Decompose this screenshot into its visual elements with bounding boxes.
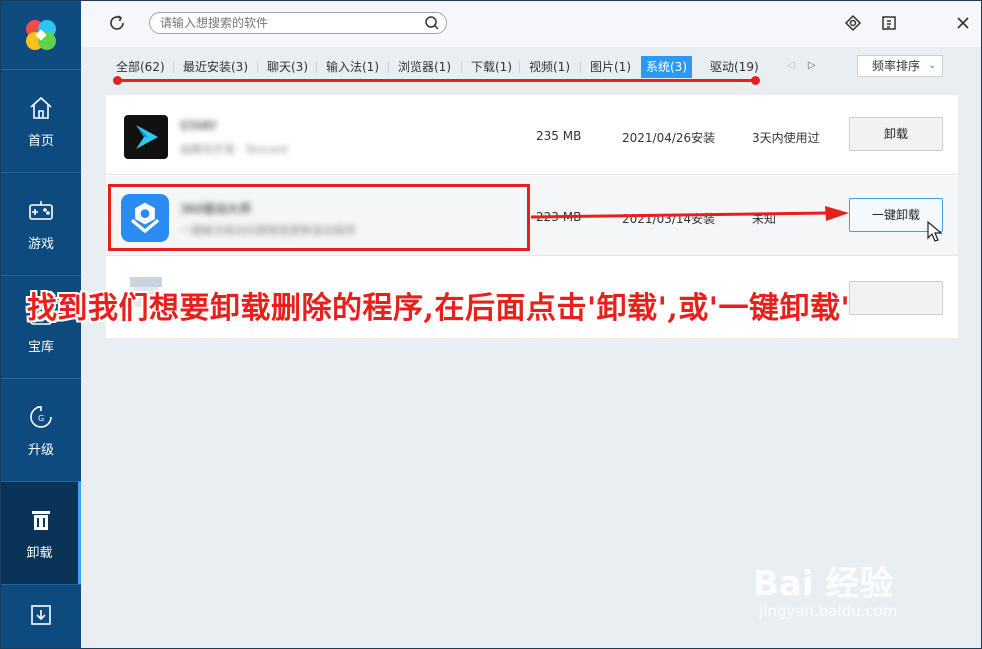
annotation-dot	[113, 76, 122, 85]
tab-underline-annotation	[117, 79, 757, 82]
annotation-dot	[751, 76, 760, 85]
tab-driver[interactable]: 驱动(19)	[705, 56, 764, 78]
sidebar-item-games[interactable]: 游戏	[1, 172, 81, 275]
search-icon[interactable]	[424, 15, 440, 31]
sidebar-item-label: 首页	[27, 134, 54, 149]
app-logo-icon	[26, 20, 56, 50]
sidebar-item-upgrade[interactable]: G 升级	[1, 378, 81, 481]
restore-icon[interactable]	[879, 13, 899, 33]
svg-text:G: G	[38, 414, 44, 423]
tab-input[interactable]: 输入法(1)	[321, 56, 384, 78]
search-input[interactable]	[160, 15, 420, 31]
chevron-down-icon: ⌄	[928, 61, 936, 71]
app-name: STARY	[180, 119, 218, 133]
search-box[interactable]	[149, 12, 447, 34]
tab-all[interactable]: 全部(62)	[111, 56, 170, 78]
sidebar-download-button[interactable]	[1, 584, 81, 648]
tab-image[interactable]: 图片(1)	[585, 56, 636, 78]
tab-browser[interactable]: 浏览器(1)	[393, 56, 456, 78]
instruction-caption: 找到我们想要卸载删除的程序,在后面点击'卸载',或'一键卸载'	[27, 291, 851, 326]
sort-dropdown[interactable]: 频率排序 ⌄	[857, 55, 943, 77]
tab-chat[interactable]: 聊天(3)	[262, 56, 313, 78]
sidebar-item-label: 卸载	[26, 546, 53, 561]
app-install-date: 2021/04/26安装	[622, 131, 716, 145]
watermark: Bai 经验 jingyan.baidu.com	[753, 556, 953, 626]
highlight-box-annotation	[108, 184, 530, 251]
list-item: STARY 由腾讯开发 · Tencent 235 MB 2021/04/26安…	[106, 95, 958, 175]
app-window: 首页 游戏 宝库 G 升级 卸载 请输入想搜索的软件 全部(62) 最近安装(3…	[0, 0, 982, 649]
sidebar-item-label: 升级	[27, 443, 54, 458]
sort-label: 频率排序	[872, 59, 921, 73]
uninstall-button[interactable]	[849, 281, 943, 315]
refresh-icon[interactable]	[107, 13, 127, 33]
arrow-annotation	[530, 206, 849, 221]
app-desc: 由腾讯开发 · Tencent	[180, 143, 289, 156]
sidebar-item-uninstall[interactable]: 卸载	[1, 481, 81, 584]
sidebar-item-label: 游戏	[27, 237, 54, 252]
top-bar	[81, 1, 981, 47]
download-icon	[31, 605, 51, 625]
tab-download[interactable]: 下载(1)	[466, 56, 517, 78]
tab-scroll: ◁ ▷	[787, 60, 816, 71]
sidebar-item-label: 宝库	[27, 340, 54, 355]
home-icon	[30, 96, 52, 119]
app-usage: 3天内使用过	[752, 131, 820, 145]
tab-next-icon[interactable]: ▷	[808, 60, 816, 71]
trash-icon	[32, 511, 50, 530]
sidebar-item-home[interactable]: 首页	[1, 69, 81, 172]
tab-system[interactable]: 系统(3)	[641, 56, 692, 78]
app-icon	[124, 115, 168, 159]
mouse-cursor-icon	[927, 221, 943, 242]
upgrade-icon: G	[30, 406, 52, 428]
settings-icon[interactable]	[843, 13, 863, 33]
gamepad-icon	[29, 201, 53, 220]
tab-prev-icon[interactable]: ◁	[787, 60, 795, 71]
app-size: 235 MB	[536, 129, 582, 143]
uninstall-button[interactable]: 卸载	[849, 117, 943, 151]
tab-recent[interactable]: 最近安装(3)	[178, 56, 253, 78]
watermark-url: jingyan.baidu.com	[759, 602, 898, 620]
close-icon[interactable]	[953, 13, 973, 33]
tab-video[interactable]: 视频(1)	[524, 56, 575, 78]
watermark-brand: Bai 经验	[753, 564, 894, 604]
